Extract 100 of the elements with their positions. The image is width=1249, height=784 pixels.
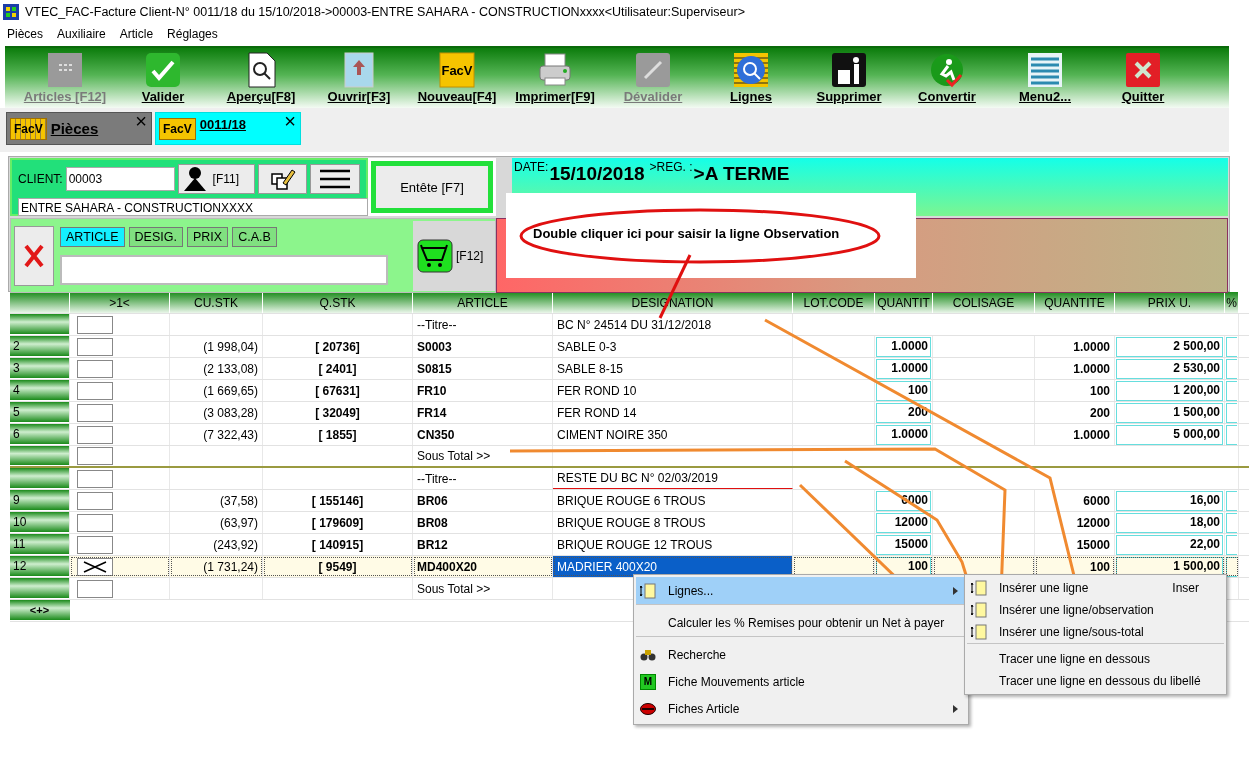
binoculars-icon bbox=[640, 647, 656, 662]
table-cell: FER ROND 14 bbox=[553, 402, 793, 423]
client-name-field[interactable]: ENTRE SAHARA - CONSTRUCTIONXXXX bbox=[18, 198, 368, 216]
add-row-button[interactable]: <+> bbox=[10, 600, 70, 620]
submenu-item[interactable]: Insérer une ligne/sous-total bbox=[967, 621, 1224, 644]
submenu-item[interactable]: Tracer une ligne en dessous bbox=[967, 648, 1224, 670]
toolbar-button[interactable]: Menu2... bbox=[996, 48, 1094, 108]
price-field[interactable]: 2 500,00 bbox=[1116, 336, 1223, 357]
document-tab[interactable]: FacV Pièces × bbox=[6, 112, 152, 145]
toolbar-button[interactable]: Aperçu[F8] bbox=[212, 48, 310, 108]
document-icon bbox=[971, 580, 987, 596]
table-cell: (63,97) bbox=[170, 512, 263, 533]
table-cell: [ 155146] bbox=[263, 490, 413, 511]
table-cell: BRIQUE ROUGE 6 TROUS bbox=[553, 490, 793, 511]
close-icon[interactable]: × bbox=[284, 110, 296, 133]
lines-icon bbox=[1027, 52, 1063, 88]
payment-value: >A TERME bbox=[693, 163, 790, 185]
price-field[interactable]: 1 200,00 bbox=[1116, 380, 1223, 401]
table-row[interactable]: 2 (1 998,04) [ 20736] S0003 SABLE 0-3 1.0000 1.0000 2 500,00 bbox=[10, 336, 1249, 358]
search-field[interactable] bbox=[60, 254, 388, 285]
submenu-arrow-icon bbox=[953, 704, 958, 713]
checkbox[interactable] bbox=[77, 403, 113, 422]
menu-button[interactable] bbox=[310, 164, 360, 194]
app-logo-icon bbox=[3, 4, 19, 20]
toolbar-button[interactable]: FacV Nouveau[F4] bbox=[408, 48, 506, 108]
search-mode-tab[interactable]: DESIG. bbox=[128, 226, 183, 247]
column-header: CU.STK bbox=[170, 292, 263, 313]
menu-icon bbox=[320, 169, 351, 189]
menu-item[interactable]: Pièces bbox=[7, 27, 44, 41]
price-field[interactable]: 1 500,00 bbox=[1116, 402, 1223, 423]
toolbar-button[interactable]: Supprimer bbox=[800, 48, 898, 108]
document-icon bbox=[971, 602, 987, 618]
checkbox[interactable] bbox=[77, 579, 113, 598]
header-button[interactable]: Entête [F7] bbox=[371, 161, 493, 213]
toolbar-button[interactable]: Quitter bbox=[1094, 48, 1192, 108]
quantity-field[interactable]: 1.0000 bbox=[876, 358, 931, 379]
column-header: ARTICLE bbox=[413, 292, 553, 313]
cart-button[interactable]: [F12] bbox=[413, 220, 495, 291]
checkbox[interactable] bbox=[77, 425, 113, 444]
row-number: 9 bbox=[10, 490, 70, 511]
context-menu-item[interactable]: Lignes... bbox=[636, 577, 966, 605]
context-menu-item[interactable]: Fiches Article bbox=[636, 695, 966, 722]
table-row[interactable]: --Titre-- BC N° 24514 DU 31/12/2018 bbox=[10, 314, 1249, 336]
column-header: QUANTITE bbox=[1035, 292, 1115, 313]
table-row[interactable]: 3 (2 133,08) [ 2401] S0815 SABLE 8-15 1.0000 1.0000 2 530,00 bbox=[10, 358, 1249, 380]
grid-icon bbox=[47, 52, 83, 88]
toolbar-button[interactable]: Valider bbox=[114, 48, 212, 108]
table-row[interactable]: 4 (1 669,65) [ 67631] FR10 FER ROND 10 100 100 1 200,00 bbox=[10, 380, 1249, 402]
row-number bbox=[10, 468, 70, 489]
checkbox[interactable] bbox=[77, 381, 113, 400]
price-field[interactable]: 2 530,00 bbox=[1116, 358, 1223, 379]
table-cell: --Titre-- bbox=[417, 317, 457, 332]
submenu-item[interactable]: Insérer une ligne Inser bbox=[967, 577, 1224, 599]
client-button[interactable]: [F11] bbox=[177, 164, 255, 194]
toolbar-button[interactable]: Ouvrir[F3] bbox=[310, 48, 408, 108]
logo-icon: FacV bbox=[159, 117, 196, 140]
checkbox[interactable] bbox=[77, 557, 113, 576]
table-row[interactable]: 6 (7 322,43) [ 1855] CN350 CIMENT NOIRE 350 1.0000 1.0000 5 000,00 bbox=[10, 424, 1249, 446]
search-mode-tab[interactable]: PRIX bbox=[186, 226, 229, 247]
table-cell: 15000 bbox=[1035, 534, 1115, 555]
menu-item[interactable]: Auxiliaire bbox=[57, 27, 106, 41]
column-header bbox=[10, 292, 70, 313]
search-mode-tab[interactable]: C.A.B bbox=[232, 226, 277, 247]
close-icon[interactable]: × bbox=[135, 110, 147, 133]
context-menu-item[interactable]: Recherche bbox=[636, 641, 966, 668]
context-menu-item[interactable]: M Fiche Mouvements article bbox=[636, 668, 966, 695]
checkbox[interactable] bbox=[77, 447, 113, 465]
checkbox[interactable] bbox=[77, 469, 113, 488]
client-code-field[interactable]: 00003 bbox=[65, 167, 175, 191]
document-tab[interactable]: FacV 0011/18 × bbox=[155, 112, 301, 145]
quantity-field[interactable]: 15000 bbox=[876, 534, 931, 555]
price-field[interactable]: 16,00 bbox=[1116, 490, 1223, 511]
price-field[interactable]: 5 000,00 bbox=[1116, 424, 1223, 445]
toolbar-button[interactable]: Imprimer[F9] bbox=[506, 48, 604, 108]
toolbar-button[interactable]: Lignes bbox=[702, 48, 800, 108]
menu-item[interactable]: Réglages bbox=[167, 27, 218, 41]
quantity-field[interactable]: 12000 bbox=[876, 512, 931, 533]
price-field[interactable]: 18,00 bbox=[1116, 512, 1223, 533]
submenu-item[interactable]: Tracer une ligne en dessous du libellé bbox=[967, 670, 1224, 692]
table-row[interactable]: 10 (63,97) [ 179609] BR08 BRIQUE ROUGE 8 TROUS 12000 12000 18,00 bbox=[10, 512, 1249, 534]
checkbox[interactable] bbox=[77, 337, 113, 356]
checkbox[interactable] bbox=[77, 513, 113, 532]
table-row[interactable]: Sous Total >> bbox=[10, 446, 1249, 468]
table-cell: SABLE 8-15 bbox=[553, 358, 793, 379]
quantity-field[interactable]: 1.0000 bbox=[876, 336, 931, 357]
checkbox[interactable] bbox=[77, 491, 113, 510]
search-mode-tab[interactable]: ARTICLE bbox=[60, 226, 125, 247]
toolbar-button[interactable]: Convertir bbox=[898, 48, 996, 108]
table-row[interactable]: --Titre-- RESTE DU BC N° 02/03/2019 bbox=[10, 468, 1249, 490]
menu-item[interactable]: Article bbox=[119, 27, 154, 41]
price-field[interactable]: 22,00 bbox=[1116, 534, 1223, 555]
edit-button[interactable] bbox=[257, 164, 308, 194]
checkbox[interactable] bbox=[77, 359, 113, 378]
clear-button[interactable] bbox=[14, 225, 54, 286]
checkbox[interactable] bbox=[77, 315, 113, 334]
table-cell: 100 bbox=[1035, 380, 1115, 401]
quantity-field[interactable]: 100 bbox=[876, 380, 931, 401]
checkbox[interactable] bbox=[77, 535, 113, 554]
submenu-item[interactable]: Insérer une ligne/observation bbox=[967, 599, 1224, 621]
quantity-field[interactable]: 1.0000 bbox=[876, 424, 931, 445]
